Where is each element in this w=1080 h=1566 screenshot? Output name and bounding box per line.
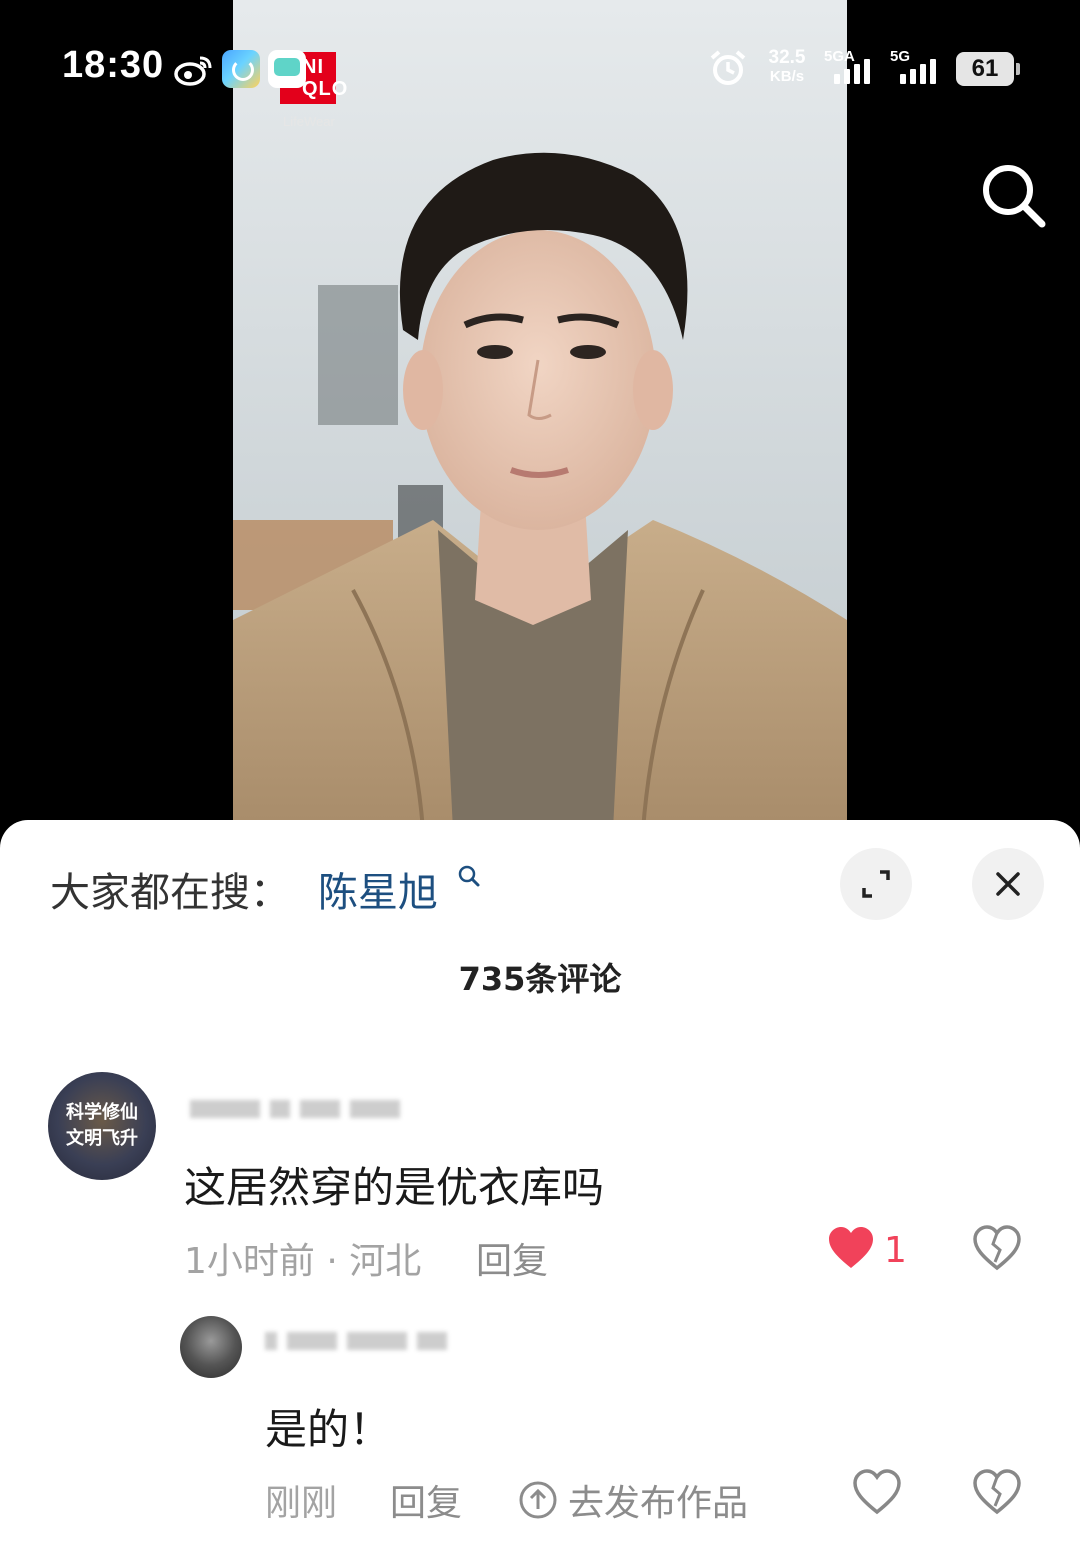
battery-icon: 61 <box>956 52 1020 86</box>
broken-heart-icon[interactable] <box>972 1468 1022 1518</box>
weibo-icon <box>174 56 212 86</box>
close-button[interactable] <box>972 848 1044 920</box>
comment-meta: 刚刚 <box>265 1483 338 1524</box>
trending-search-link[interactable]: 陈星旭 <box>318 860 438 918</box>
heart-filled-icon[interactable] <box>826 1224 876 1274</box>
avatar-text: 文明飞升 <box>66 1128 138 1149</box>
app-icon <box>222 50 260 88</box>
alarm-icon <box>710 50 746 85</box>
search-icon[interactable] <box>978 160 1050 232</box>
clock: 18:30 <box>62 44 165 86</box>
upload-icon <box>519 1481 557 1519</box>
network-speed: 32.5 KB/s <box>768 47 806 86</box>
avatar[interactable] <box>180 1316 242 1378</box>
uniqlo-caption: LifeWear <box>283 114 335 129</box>
comment-count: 735条评论 <box>458 960 622 998</box>
comment-text: 是的！ <box>265 1405 392 1454</box>
comment-meta: 1小时前 · 河北 <box>184 1241 422 1282</box>
username-blurred[interactable] <box>265 1332 447 1350</box>
username-blurred[interactable] <box>190 1100 400 1118</box>
avatar-text: 科学修仙 <box>66 1102 138 1123</box>
search-icon[interactable] <box>457 864 481 888</box>
trending-label: 大家都在搜： <box>50 870 290 916</box>
comment-sheet: 大家都在搜： 陈星旭 735条评论 科学修仙 文明飞升 这居然穿的是优衣库吗 1… <box>0 820 1080 1566</box>
close-icon <box>996 872 1020 896</box>
status-bar: 18:30 NI QLO LifeWear 32.5 KB/s 5GA 5G 61 <box>0 0 1080 140</box>
publish-work-label: 去发布作品 <box>568 1483 749 1524</box>
reply-button[interactable]: 回复 <box>476 1232 548 1284</box>
app-icon <box>268 50 306 88</box>
avatar[interactable]: 科学修仙 文明飞升 <box>48 1072 156 1180</box>
like-count: 1 <box>884 1230 907 1271</box>
broken-heart-icon[interactable] <box>972 1224 1022 1274</box>
expand-button[interactable] <box>840 848 912 920</box>
publish-work-button[interactable]: 去发布作品 <box>518 1474 748 1526</box>
expand-icon <box>862 870 890 898</box>
comment-text: 这居然穿的是优衣库吗 <box>184 1163 605 1212</box>
signal-icon: 5G <box>890 48 950 88</box>
signal-icon: 5GA <box>824 48 884 88</box>
heart-outline-icon[interactable] <box>852 1468 902 1518</box>
reply-button[interactable]: 回复 <box>390 1474 462 1526</box>
